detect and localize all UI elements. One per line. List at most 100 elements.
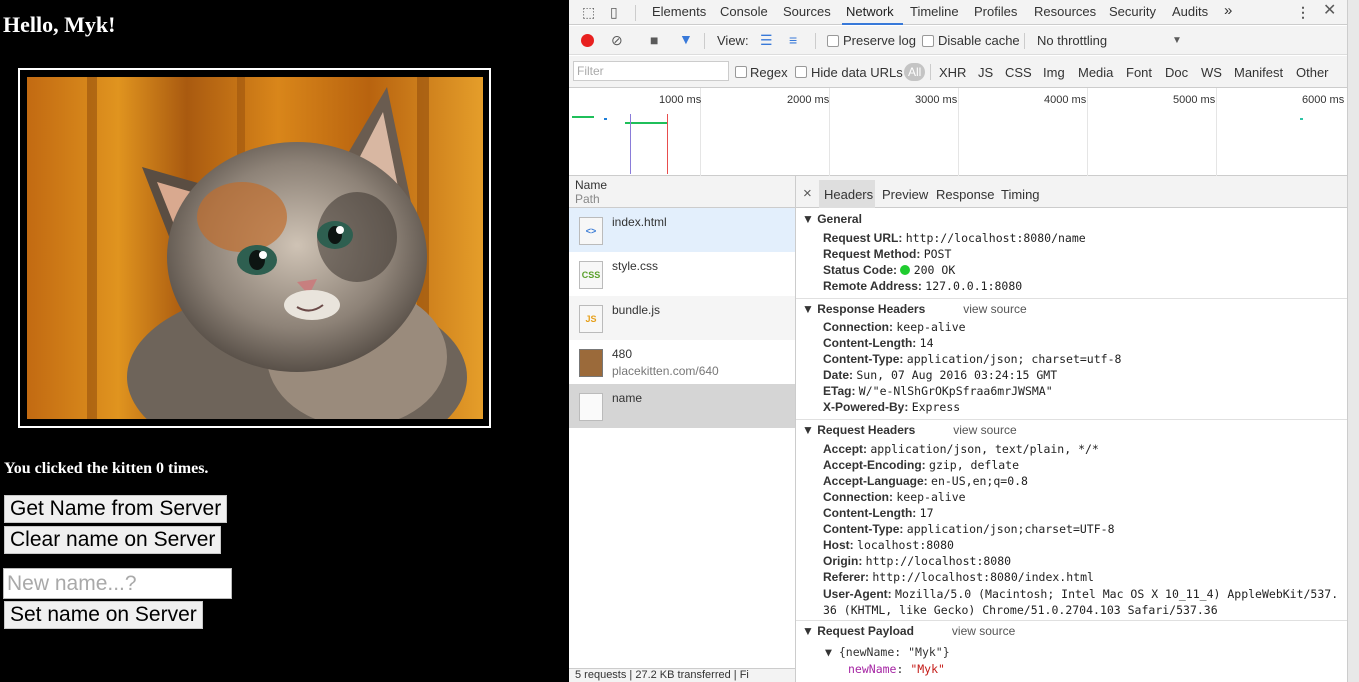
more-tabs-icon[interactable]: »	[1224, 2, 1232, 19]
filter-type-doc[interactable]: Doc	[1165, 65, 1188, 80]
filter-type-other[interactable]: Other	[1296, 65, 1329, 80]
header-row: Remote Address: 127.0.0.1:8080	[823, 279, 1022, 293]
view-source-link[interactable]: view source	[963, 302, 1026, 316]
overview-icon[interactable]: ≡	[789, 33, 797, 47]
regex-checkbox[interactable]	[735, 66, 747, 78]
request-row[interactable]: CSS style.css	[569, 252, 795, 296]
filter-type-js[interactable]: JS	[978, 65, 993, 80]
tab-response[interactable]: Response	[936, 187, 995, 202]
header-key: Connection:	[823, 490, 893, 504]
filter-type-img[interactable]: Img	[1043, 65, 1065, 80]
tab-profiles[interactable]: Profiles	[974, 4, 1017, 19]
tab-resources[interactable]: Resources	[1034, 4, 1096, 19]
preserve-log-checkbox[interactable]	[827, 35, 839, 47]
view-label: View:	[717, 33, 749, 48]
filter-icon[interactable]: ▼	[679, 32, 693, 46]
filter-type-xhr[interactable]: XHR	[939, 65, 966, 80]
name-column-header: Name	[575, 178, 608, 192]
filter-type-all[interactable]: All	[904, 63, 926, 81]
request-name: bundle.js	[612, 303, 661, 317]
filter-input[interactable]	[573, 61, 729, 81]
header-key: Date:	[823, 368, 854, 382]
tab-audits[interactable]: Audits	[1172, 4, 1208, 19]
header-row: Request Method: POST	[823, 247, 951, 261]
filter-type-media[interactable]: Media	[1078, 65, 1113, 80]
network-overview[interactable]: 1000 ms 2000 ms 3000 ms 4000 ms 5000 ms …	[569, 88, 1347, 176]
header-value: Sun, 07 Aug 2016 03:24:15 GMT	[856, 368, 1058, 382]
status-dot-icon	[900, 265, 911, 275]
filter-type-font[interactable]: Font	[1126, 65, 1152, 80]
new-name-input[interactable]	[3, 568, 232, 599]
header-row: X-Powered-By: Express	[823, 400, 960, 414]
general-section-title: General	[817, 212, 862, 226]
tab-timing[interactable]: Timing	[1001, 187, 1040, 202]
payload-summary: {newName: "Myk"}	[838, 645, 950, 659]
filter-bar: Regex Hide data URLs All XHR JS CSS Img …	[569, 56, 1347, 88]
tab-console[interactable]: Console	[720, 4, 768, 19]
request-headers-section-header[interactable]: ▼ Request Headers view source	[802, 423, 1017, 437]
hide-data-urls-checkbox[interactable]	[795, 66, 807, 78]
close-detail-icon[interactable]: ×	[803, 185, 812, 202]
request-row[interactable]: JS bundle.js	[569, 296, 795, 340]
filter-type-ws[interactable]: WS	[1201, 65, 1222, 80]
header-row: Host: localhost:8080	[823, 538, 954, 552]
split-divider[interactable]	[795, 176, 796, 682]
domcontentloaded-marker	[630, 114, 631, 174]
chevron-down-icon[interactable]: ▼	[1172, 34, 1182, 48]
header-value: 127.0.0.1:8080	[925, 279, 1023, 293]
timeline-gridline	[958, 88, 959, 176]
menu-dots-icon[interactable]: ⋮	[1296, 5, 1310, 19]
filter-type-manifest[interactable]: Manifest	[1234, 65, 1283, 80]
header-key: Content-Length:	[823, 506, 917, 520]
clear-icon[interactable]: ⊘	[611, 33, 623, 47]
image-file-icon	[579, 349, 603, 377]
disable-cache-checkbox[interactable]	[922, 35, 934, 47]
header-row: Referer: http://localhost:8080/index.htm…	[823, 570, 1094, 584]
header-value: localhost:8080	[857, 538, 954, 552]
clear-name-button[interactable]: Clear name on Server	[4, 526, 222, 554]
timeline-tick: 1000 ms	[659, 94, 702, 106]
tab-network[interactable]: Network	[846, 4, 894, 19]
header-key: Request URL:	[823, 231, 903, 245]
header-key: Accept-Language:	[823, 474, 928, 488]
filter-type-css[interactable]: CSS	[1005, 65, 1032, 80]
request-detail-tabs: × Headers Preview Response Timing	[796, 176, 1347, 208]
large-rows-icon[interactable]: ☰	[760, 33, 773, 47]
tab-sources[interactable]: Sources	[783, 4, 831, 19]
tab-preview[interactable]: Preview	[882, 187, 928, 202]
tab-security[interactable]: Security	[1109, 4, 1156, 19]
view-source-link[interactable]: view source	[953, 423, 1016, 437]
throttling-select[interactable]: No throttling	[1037, 33, 1107, 48]
preserve-log-label: Preserve log	[843, 33, 916, 48]
kitten-image[interactable]	[18, 68, 491, 428]
get-name-button[interactable]: Get Name from Server	[4, 495, 228, 523]
section-divider	[796, 620, 1347, 621]
general-section-header[interactable]: ▼ General	[802, 212, 862, 226]
header-value: Express	[911, 400, 961, 414]
request-list-empty-area	[569, 428, 795, 668]
request-row-selected[interactable]: name	[569, 384, 795, 428]
record-icon[interactable]	[581, 34, 594, 47]
header-value: keep-alive	[896, 320, 966, 334]
capture-screenshots-icon[interactable]: ■	[650, 33, 658, 47]
close-devtools-icon[interactable]: ✕	[1323, 3, 1336, 19]
tab-timeline[interactable]: Timeline	[910, 4, 959, 19]
set-name-button[interactable]: Set name on Server	[4, 601, 203, 629]
request-row[interactable]: 480 placekitten.com/640	[569, 340, 795, 384]
header-key: Connection:	[823, 320, 893, 334]
payload-object-row[interactable]: ▼ {newName: "Myk"}	[825, 645, 950, 659]
header-value: 200 OK	[913, 263, 956, 277]
tab-elements[interactable]: Elements	[652, 4, 706, 19]
view-source-link[interactable]: view source	[952, 624, 1015, 638]
inspect-element-icon[interactable]: ⬚	[582, 5, 595, 19]
device-mode-icon[interactable]: ▯	[610, 5, 618, 19]
header-row: Content-Type: application/json; charset=…	[823, 352, 1121, 366]
request-row[interactable]: <> index.html	[569, 208, 795, 252]
header-row: Request URL: http://localhost:8080/name	[823, 231, 1086, 245]
response-headers-section-header[interactable]: ▼ Response Headers view source	[802, 302, 1027, 316]
tab-headers[interactable]: Headers	[824, 187, 873, 202]
request-payload-section-header[interactable]: ▼ Request Payload view source	[802, 624, 1015, 638]
greeting-heading: Hello, Myk!	[3, 12, 116, 37]
request-list-header[interactable]: Name Path	[569, 176, 795, 208]
payload-value: "Myk"	[910, 662, 945, 676]
